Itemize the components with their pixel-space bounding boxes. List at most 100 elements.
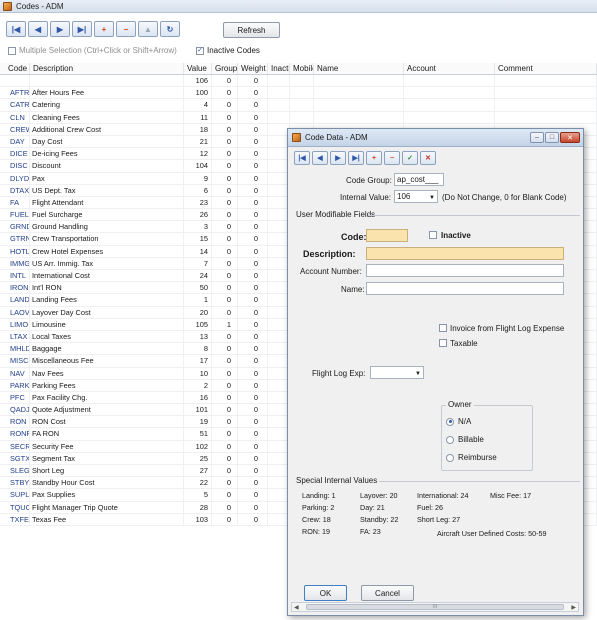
radio-button[interactable] (446, 453, 454, 462)
add-record-button[interactable]: + (94, 21, 114, 37)
multi-select-checkbox[interactable] (8, 46, 16, 55)
cell-desc: US Arr. Immig. Tax (30, 257, 184, 269)
scroll-left-icon[interactable]: ◀ (294, 604, 299, 611)
delete-record-button[interactable]: − (116, 21, 136, 37)
header-account[interactable]: Account (404, 63, 495, 74)
cancel-x-button[interactable]: ✕ (420, 151, 436, 165)
cell-code: SGTX (0, 452, 30, 464)
cell-comm (495, 99, 597, 111)
cell-code: PARK (0, 379, 30, 391)
user-fields-section-label: User Modifiable Fields (296, 210, 376, 219)
dialog-title-bar[interactable]: Code Data - ADM – □ ✕ (288, 129, 583, 147)
next-record-icon: ▶ (56, 24, 64, 34)
cell-value: 28 (184, 501, 212, 513)
cancel-button[interactable]: Cancel (361, 585, 414, 601)
internal-value-select[interactable]: 106 ▼ (394, 190, 438, 203)
last-record-button[interactable]: ▶| (348, 151, 364, 165)
cell-weight: 0 (238, 184, 268, 196)
cell-weight: 0 (238, 209, 268, 221)
cell-code: FUEL (0, 209, 30, 221)
ok-button[interactable]: OK (304, 585, 347, 601)
table-row[interactable]: AFTR After Hours Fee 100 0 0 (0, 87, 597, 100)
cell-group: 0 (212, 184, 238, 196)
grid-header: Code Description Value Group Weight Inac… (0, 63, 597, 75)
close-icon[interactable]: ✕ (560, 132, 580, 143)
delete-record-button[interactable]: − (384, 151, 400, 165)
cell-value: 25 (184, 452, 212, 464)
window-title-bar: Codes - ADM (0, 0, 597, 13)
inactive-codes-checkbox[interactable]: ✓ (196, 46, 204, 55)
inactive-codes-option[interactable]: ✓ Inactive Codes (196, 46, 260, 55)
owner-option-reimburse[interactable]: Reimburse (446, 453, 497, 462)
cell-group: 0 (212, 160, 238, 172)
maximize-icon[interactable]: □ (545, 132, 559, 143)
cell-name (314, 75, 404, 87)
refresh-button[interactable]: ↻ (160, 21, 180, 37)
previous-record-button[interactable]: ◀ (312, 151, 328, 165)
header-name[interactable]: Name (314, 63, 404, 74)
cell-group: 0 (212, 196, 238, 209)
previous-record-button[interactable]: ◀ (28, 21, 48, 37)
radio-button[interactable] (446, 435, 454, 444)
cell-mob (290, 87, 314, 99)
horizontal-scrollbar[interactable]: ◀ III ▶ (291, 602, 579, 612)
add-record-button[interactable]: + (366, 151, 382, 165)
header-inactive[interactable]: Inactive (268, 63, 290, 74)
cell-desc: US Dept. Tax (30, 184, 184, 196)
table-row[interactable]: CLN Cleaning Fees 11 0 0 (0, 111, 597, 124)
flight-log-select[interactable]: ▼ (370, 366, 424, 379)
header-comment[interactable]: Comment (495, 63, 597, 74)
multi-select-label: Multiple Selection (Ctrl+Click or Shift+… (19, 46, 177, 55)
cell-desc: Layover Day Cost (30, 306, 184, 318)
taxable-checkbox[interactable] (439, 339, 447, 347)
invoice-checkbox[interactable] (439, 324, 447, 332)
cell-value: 19 (184, 416, 212, 428)
code-input[interactable] (366, 229, 408, 242)
next-record-button[interactable]: ▶ (50, 21, 70, 37)
inactive-checkbox[interactable] (429, 231, 437, 239)
cell-group: 0 (212, 452, 238, 464)
cell-code: MHLD (0, 343, 30, 355)
multi-select-option[interactable]: Multiple Selection (Ctrl+Click or Shift+… (8, 46, 177, 55)
cell-group: 0 (212, 465, 238, 477)
name-input[interactable] (366, 282, 564, 295)
cell-value: 50 (184, 282, 212, 294)
cell-code: INTL (0, 270, 30, 282)
cell-value: 103 (184, 513, 212, 525)
account-number-input[interactable] (366, 264, 564, 277)
first-record-button[interactable]: |◀ (294, 151, 310, 165)
owner-option-billable[interactable]: Billable (446, 435, 484, 444)
header-group[interactable]: Group (212, 63, 238, 74)
header-weight[interactable]: Weight (238, 63, 268, 74)
cell-group: 0 (212, 245, 238, 257)
cell-code: GRND (0, 221, 30, 233)
description-input[interactable] (366, 247, 564, 260)
cell-desc: Ground Handling (30, 221, 184, 233)
header-description[interactable]: Description (30, 63, 184, 74)
cell-comm (495, 87, 597, 99)
minimize-icon[interactable]: – (530, 132, 544, 143)
cell-weight: 0 (238, 513, 268, 525)
refresh-button[interactable]: Refresh (223, 22, 280, 38)
up-button[interactable]: ▲ (138, 21, 158, 37)
cell-weight: 0 (238, 148, 268, 160)
header-value[interactable]: Value (184, 63, 212, 74)
first-record-button[interactable]: |◀ (6, 21, 26, 37)
scroll-thumb[interactable]: III (306, 604, 564, 610)
last-record-button[interactable]: ▶| (72, 21, 92, 37)
scroll-right-icon[interactable]: ▶ (571, 604, 576, 611)
owner-option-na[interactable]: N/A (446, 417, 471, 426)
code-group-field[interactable]: ap_cost___ (394, 173, 444, 186)
cell-weight: 0 (238, 379, 268, 391)
radio-button[interactable] (446, 417, 454, 426)
header-mobile[interactable]: Mobile (290, 63, 314, 74)
cell-value: 20 (184, 306, 212, 318)
next-record-button[interactable]: ▶ (330, 151, 346, 165)
header-code[interactable]: Code (0, 63, 30, 74)
table-row[interactable]: 106 0 0 (0, 75, 597, 88)
user-fields-divider (368, 215, 580, 216)
cell-weight: 0 (238, 306, 268, 318)
save-check-button[interactable]: ✓ (402, 151, 418, 165)
cell-value: 23 (184, 196, 212, 209)
table-row[interactable]: CATR Catering 4 0 0 (0, 99, 597, 112)
